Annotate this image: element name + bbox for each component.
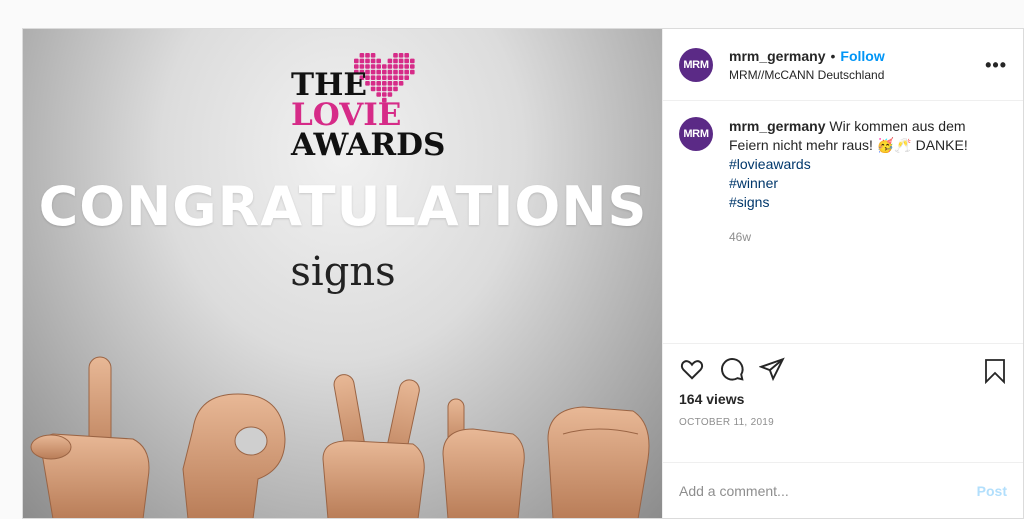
post-sidebar: MRM mrm_germany • Follow MRM//McCANN Deu…: [662, 29, 1023, 518]
caption-timestamp[interactable]: 46w: [729, 228, 1007, 247]
heart-pixel: [398, 58, 404, 64]
heart-pixel: [376, 81, 381, 86]
add-comment-row: Add a comment... Post: [663, 462, 1023, 518]
hashtag-link[interactable]: #winner: [729, 174, 1007, 193]
heart-pixel: [404, 69, 409, 75]
heart-pixel: [370, 81, 376, 86]
heart-pixel: [387, 64, 393, 69]
heart-pixel: [370, 58, 376, 64]
heart-pixel: [404, 58, 409, 64]
username-link[interactable]: mrm_germany: [729, 48, 826, 64]
hand-l: [30, 356, 150, 518]
heart-pixel: [354, 58, 359, 64]
heart-pixel: [410, 69, 415, 75]
heart-pixel: [359, 53, 365, 58]
heart-pixel: [404, 75, 409, 80]
view-count[interactable]: 164 views: [679, 391, 1007, 407]
heart-pixel: [382, 64, 387, 69]
heart-pixel: [404, 64, 409, 69]
heart-pixel: [393, 64, 398, 69]
sign-language-hands-illustration: [30, 356, 650, 518]
heart-pixel: [393, 86, 398, 92]
heart-pixel: [370, 75, 376, 80]
hand-i: [442, 398, 525, 518]
post-actions: 164 views OCTOBER 11, 2019: [663, 343, 1023, 462]
heart-pixel: [376, 86, 381, 92]
heart-pixel: [410, 64, 415, 69]
heart-pixel: [398, 75, 404, 80]
caption-username[interactable]: mrm_germany: [729, 118, 826, 134]
heart-pixel: [387, 81, 393, 86]
logo-awards: AWARDS: [291, 127, 446, 163]
heart-pixel: [387, 75, 393, 80]
heart-pixel: [370, 86, 376, 92]
caption-avatar[interactable]: MRM: [679, 117, 713, 151]
heart-pixel: [370, 53, 376, 58]
separator-dot: •: [830, 47, 836, 64]
comments-area: MRM mrm_germany Wir kommen aus dem Feier…: [663, 101, 1023, 343]
post-image[interactable]: THE LOVIE AWARDS CONGRATULATIONS signs: [23, 29, 662, 518]
heart-pixel: [365, 58, 370, 64]
heart-pixel: [382, 86, 387, 92]
heart-pixel: [387, 86, 393, 92]
heart-pixel: [376, 69, 381, 75]
account-subtitle: MRM//McCANN Deutschland: [729, 67, 885, 82]
heart-pixel: [404, 53, 409, 58]
heart-pixel: [393, 69, 398, 75]
heart-pixel: [387, 58, 393, 64]
heart-pixel: [382, 69, 387, 75]
heart-pixel: [387, 69, 393, 75]
heart-pixel: [398, 64, 404, 69]
heart-pixel: [376, 58, 381, 64]
heart-pixel: [393, 75, 398, 80]
post-comment-button[interactable]: Post: [977, 483, 1007, 499]
bookmark-icon[interactable]: [983, 358, 1007, 384]
heart-pixel: [393, 58, 398, 64]
comment-input[interactable]: Add a comment...: [679, 483, 977, 499]
heart-pixel: [393, 81, 398, 86]
heart-pixel: [382, 81, 387, 86]
heart-pixel: [398, 53, 404, 58]
congratulations-headline: CONGRATULATIONS: [38, 175, 648, 238]
hashtag-link[interactable]: #lovieawards: [729, 155, 1007, 174]
lovie-awards-logo: THE LOVIE AWARDS: [291, 49, 451, 169]
follow-button[interactable]: Follow: [840, 48, 884, 64]
hand-e: [547, 406, 650, 518]
instagram-post: THE LOVIE AWARDS CONGRATULATIONS signs M…: [22, 28, 1024, 519]
heart-pixel: [370, 64, 376, 69]
heart-pixel: [365, 53, 370, 58]
heart-pixel: [376, 75, 381, 80]
post-date[interactable]: OCTOBER 11, 2019: [679, 417, 1007, 428]
hand-v: [322, 374, 425, 518]
heart-pixel: [359, 58, 365, 64]
heart-pixel: [410, 58, 415, 64]
hand-o: [182, 393, 286, 518]
heart-pixel: [393, 53, 398, 58]
share-icon[interactable]: [759, 356, 785, 382]
heart-icon[interactable]: [679, 356, 705, 382]
more-options-icon[interactable]: •••: [985, 55, 1007, 76]
heart-pixel: [398, 81, 404, 86]
heart-pixel: [382, 75, 387, 80]
comment-icon[interactable]: [719, 356, 745, 382]
heart-pixel: [376, 64, 381, 69]
caption: MRM mrm_germany Wir kommen aus dem Feier…: [679, 117, 1007, 247]
signs-subline: signs: [290, 249, 396, 295]
hashtag-link[interactable]: #signs: [729, 193, 1007, 212]
avatar[interactable]: MRM: [679, 47, 713, 82]
post-header: MRM mrm_germany • Follow MRM//McCANN Deu…: [663, 29, 1023, 101]
heart-pixel: [370, 69, 376, 75]
heart-pixel: [398, 69, 404, 75]
